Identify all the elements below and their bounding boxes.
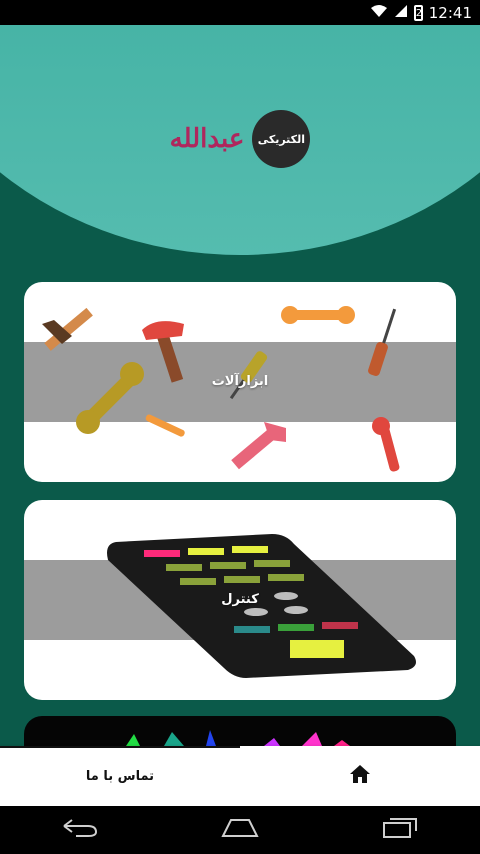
wifi-icon [370,4,388,22]
app-title: عبدالله [169,124,245,154]
logo-badge-text: الکتریکی [257,132,305,146]
card-label: ابزارآلات [211,374,269,389]
system-navigation-bar [0,806,480,854]
signal-icon [394,4,408,22]
hammer-icon [42,307,93,351]
home-outline-icon[interactable] [221,818,259,842]
wrench-icon [281,306,355,324]
bottom-navigation: تماس با ما [0,746,480,806]
battery-icon: 2 [413,4,423,21]
wrench-icon [76,362,144,434]
hammer-icon [231,422,286,470]
app-header: عبدالله الکتریکی [0,25,480,255]
category-card-remote[interactable]: کنترل [24,500,456,700]
back-icon[interactable] [62,818,98,842]
category-card-tools[interactable]: ابزارآلات [24,282,456,482]
status-time: 12:41 [428,3,472,22]
wrench-icon [145,414,185,437]
nav-active-indicator [0,746,240,748]
logo: عبدالله الکتریکی [0,110,480,168]
nav-contact-us[interactable]: تماس با ما [0,746,240,806]
home-icon [349,764,371,788]
recents-icon[interactable] [382,817,418,843]
nav-contact-label: تماس با ما [85,768,155,784]
status-bar: 2 12:41 [0,0,480,25]
battery-level: 2 [415,7,423,19]
card-label: کنترل [221,592,259,607]
wrench-icon [372,417,400,472]
nav-home[interactable] [240,746,480,806]
screwdriver-icon [368,308,397,376]
logo-badge: الکتریکی [252,110,311,168]
